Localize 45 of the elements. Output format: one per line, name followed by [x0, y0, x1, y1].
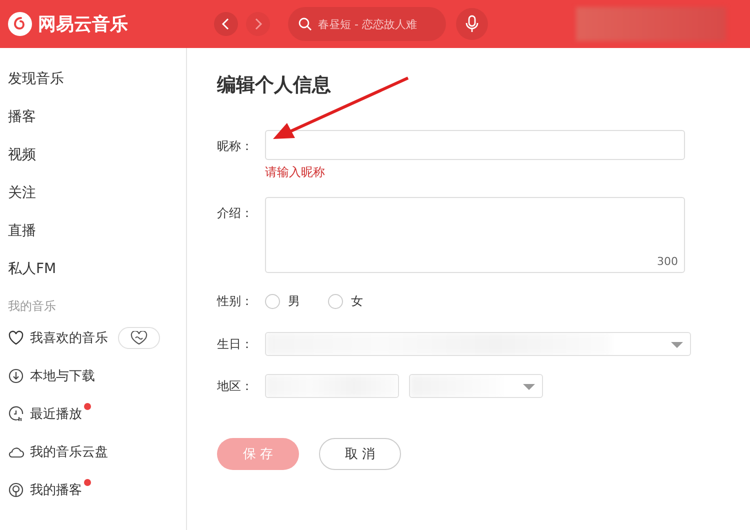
sidebar-item[interactable]: 本地与下载	[30, 367, 95, 385]
sidebar-item[interactable]: 最近播放	[30, 405, 82, 423]
cancel-button[interactable]: 取 消	[319, 438, 401, 470]
field-label: 地区：	[217, 378, 254, 394]
field-label: 生日：	[217, 336, 254, 352]
sidebar-item[interactable]: 直播	[0, 212, 186, 250]
heart-wave-icon	[130, 331, 148, 345]
sidebar-item[interactable]: 我喜欢的音乐	[30, 329, 108, 347]
city-dropdown[interactable]	[409, 374, 543, 398]
app-name: 网易云音乐	[38, 13, 128, 36]
nickname-field[interactable]	[265, 130, 685, 160]
sidebar-item[interactable]: 视频	[0, 136, 186, 174]
back-button[interactable]	[214, 12, 238, 36]
sidebar-item[interactable]: 我的播客	[30, 481, 82, 499]
field-label: 性别：	[217, 293, 254, 310]
sidebar-item[interactable]: 发现音乐	[0, 60, 186, 98]
radio-button[interactable]	[328, 294, 343, 309]
heartbeat-mode-button[interactable]	[118, 327, 160, 349]
section-title: 我的音乐	[7, 298, 57, 315]
clock-icon	[8, 406, 24, 422]
radio-button[interactable]	[265, 294, 280, 309]
chevron-right-icon	[253, 18, 263, 30]
chevron-left-icon	[221, 18, 231, 30]
sidebar-item[interactable]: 播客	[0, 98, 186, 136]
heart-icon	[8, 330, 24, 346]
page-title: 编辑个人信息	[217, 73, 332, 98]
sidebar-item[interactable]: 私人FM	[0, 250, 186, 288]
radio-label: 女	[351, 293, 363, 310]
forward-button[interactable]	[246, 12, 270, 36]
birthday-dropdown[interactable]	[265, 332, 691, 356]
logo-icon	[8, 12, 32, 36]
search-icon	[298, 17, 312, 31]
field-label: 昵称：	[217, 138, 254, 155]
character-counter: 300	[657, 255, 678, 268]
microphone-button[interactable]	[456, 8, 488, 40]
sidebar-item[interactable]: 我的音乐云盘	[30, 443, 108, 461]
province-dropdown[interactable]	[265, 374, 399, 398]
microphone-icon	[465, 15, 479, 33]
podcast-icon	[8, 482, 24, 498]
download-icon	[8, 368, 24, 384]
field-label: 介绍：	[217, 205, 254, 222]
sidebar-item[interactable]: 关注	[0, 174, 186, 212]
radio-label: 男	[288, 293, 300, 310]
error-message: 请输入昵称	[265, 164, 326, 181]
intro-textarea[interactable]: 300	[265, 197, 685, 273]
